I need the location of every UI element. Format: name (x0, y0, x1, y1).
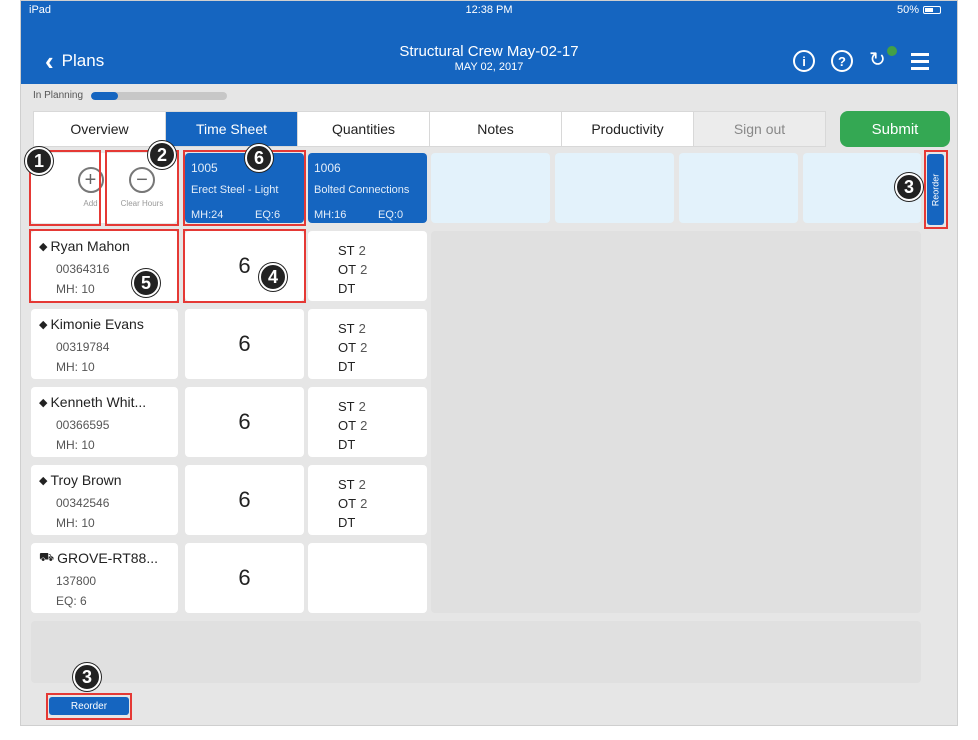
app-header: iPad 12:38 PM 50% ‹ Plans Structural Cre… (21, 1, 957, 84)
empty-task-slot (679, 153, 798, 223)
crew-name: ◆ Kimonie Evans (39, 316, 144, 332)
hours-cell[interactable]: 6 (185, 543, 304, 613)
task-name: Bolted Connections (314, 184, 410, 196)
tab-quantities[interactable]: Quantities (298, 112, 430, 146)
status-icons: 50% (897, 4, 941, 16)
hours-cell[interactable]: 6 (185, 465, 304, 535)
highlight-hours-cell (183, 229, 306, 303)
highlight-reorder-bottom (46, 693, 132, 720)
crew-number: 00366595 (56, 418, 110, 432)
callout-3-bottom: 3 (73, 663, 101, 691)
empty-grid-row (31, 621, 921, 683)
tab-overview[interactable]: Overview (34, 112, 166, 146)
empty-grid-area (431, 231, 921, 613)
crew-number: 00342546 (56, 496, 110, 510)
empty-task-slot (431, 153, 550, 223)
task-header-1006[interactable]: 1006 Bolted Connections MH:16 EQ:0 (308, 153, 427, 223)
task-id: 1006 (314, 161, 341, 175)
tab-sign-out[interactable]: Sign out (694, 112, 825, 146)
hours-breakdown: ST 2 OT 2 DT (338, 321, 368, 374)
task-manhours: MH:16 (314, 209, 347, 221)
planning-progress-bar (91, 91, 228, 100)
callout-1: 1 (25, 147, 53, 175)
crew-name: ◆ Kenneth Whit... (39, 394, 147, 410)
hours-breakdown: ST 2 OT 2 DT (338, 477, 368, 530)
sync-icon[interactable]: ↻ (869, 46, 897, 72)
planning-status: In Planning (33, 90, 228, 101)
crew-member-card[interactable]: ◆ Kimonie Evans 00319784 MH: 10 (31, 309, 178, 379)
equipment-card[interactable]: ⛟ GROVE-RT88... 137800 EQ: 6 (31, 543, 178, 613)
tab-time-sheet[interactable]: Time Sheet (166, 112, 298, 146)
planning-label: In Planning (33, 90, 84, 101)
callout-4: 4 (259, 263, 287, 291)
hours-breakdown: ST 2 OT 2 DT (338, 243, 368, 296)
tab-bar: Overview Time Sheet Quantities Notes Pro… (33, 111, 826, 147)
crew-name: ◆ Troy Brown (39, 472, 122, 488)
tab-notes[interactable]: Notes (430, 112, 562, 146)
hard-hat-icon: ◆ (39, 474, 48, 487)
equipment-number: 137800 (56, 574, 97, 588)
header-actions: i ? ↻ (793, 46, 929, 72)
hours-breakdown-cell[interactable]: ST 2 OT 2 DT (308, 231, 427, 301)
equipment-name: ⛟ GROVE-RT88... (39, 550, 158, 566)
hamburger-menu-icon[interactable] (911, 52, 929, 70)
crew-manhours: MH: 10 (56, 360, 95, 374)
crew-manhours: MH: 10 (56, 516, 95, 530)
callout-2: 2 (148, 141, 176, 169)
hours-breakdown: ST 2 OT 2 DT (338, 399, 368, 452)
empty-task-slot (555, 153, 674, 223)
hard-hat-icon: ◆ (39, 318, 48, 331)
sync-status-dot (887, 46, 897, 56)
hours-cell[interactable]: 6 (185, 309, 304, 379)
crew-member-card[interactable]: ◆ Troy Brown 00342546 MH: 10 (31, 465, 178, 535)
equipment-hours: EQ: 6 (56, 594, 87, 608)
submit-button[interactable]: Submit (840, 111, 950, 147)
crane-icon: ⛟ (39, 550, 55, 564)
empty-hours-cell[interactable] (308, 543, 427, 613)
hours-breakdown-cell[interactable]: ST 2 OT 2 DT (308, 387, 427, 457)
hours-breakdown-cell[interactable]: ST 2 OT 2 DT (308, 309, 427, 379)
hard-hat-icon: ◆ (39, 396, 48, 409)
tab-productivity[interactable]: Productivity (562, 112, 694, 146)
callout-3-side: 3 (895, 173, 923, 201)
hours-breakdown-cell[interactable]: ST 2 OT 2 DT (308, 465, 427, 535)
battery-percent: 50% (896, 4, 919, 16)
hours-cell[interactable]: 6 (185, 387, 304, 457)
task-equipment: EQ:0 (378, 209, 404, 221)
callout-5: 5 (132, 269, 160, 297)
clock: 12:38 PM (465, 4, 513, 16)
app-window: iPad 12:38 PM 50% ‹ Plans Structural Cre… (20, 0, 958, 726)
info-icon[interactable]: i (793, 50, 815, 72)
battery-icon (923, 6, 941, 14)
crew-manhours: MH: 10 (56, 438, 95, 452)
planning-progress-fill (91, 91, 119, 100)
highlight-reorder-side (924, 150, 948, 229)
crew-number: 00319784 (56, 340, 110, 354)
help-icon[interactable]: ? (831, 50, 853, 72)
crew-member-card[interactable]: ◆ Kenneth Whit... 00366595 MH: 10 (31, 387, 178, 457)
callout-6: 6 (245, 144, 273, 172)
